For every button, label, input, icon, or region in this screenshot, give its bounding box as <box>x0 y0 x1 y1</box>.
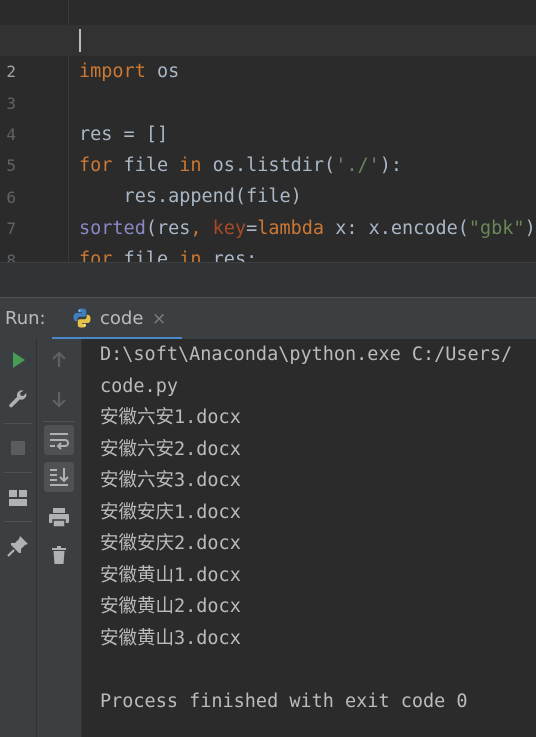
rerun-button[interactable] <box>3 345 33 375</box>
stop-icon <box>11 441 25 455</box>
wrench-icon <box>9 390 27 408</box>
console-line: 安徽六安2.docx <box>100 439 241 460</box>
print-icon <box>49 508 69 528</box>
toolbar-separator <box>4 423 32 424</box>
text-caret <box>79 29 81 52</box>
console-line: code.py <box>100 376 178 397</box>
run-left-toolbar <box>0 339 37 737</box>
code-line-5[interactable]: 5 res.append(file) <box>0 119 536 207</box>
scroll-to-end-icon <box>50 468 69 486</box>
code-line-8[interactable]: 8 print(file) <box>0 214 536 262</box>
console-line: 安徽六安3.docx <box>100 470 241 491</box>
code-line-1[interactable]: 1 import os <box>0 0 536 82</box>
clear-all-button[interactable] <box>44 540 74 570</box>
console-line: 安徽黄山1.docx <box>100 565 241 586</box>
panel-splitter[interactable] <box>0 262 536 298</box>
soft-wrap-toggle[interactable] <box>44 425 74 455</box>
code-line-9[interactable]: 9 <box>0 245 536 262</box>
stop-button[interactable] <box>3 433 33 463</box>
run-tool-window-header: Run: code × <box>0 297 536 340</box>
console-line: 安徽黄山2.docx <box>100 596 241 617</box>
code-line-6[interactable]: 6 sorted(res, key=lambda x: x.encode("gb… <box>0 151 536 239</box>
console-line: D:\soft\Anaconda\python.exe C:/Users/ <box>100 344 513 365</box>
code-line-2[interactable]: 2 <box>0 25 536 81</box>
toolbar-separator <box>4 521 32 522</box>
layout-button[interactable] <box>3 483 33 513</box>
next-occurrence-button[interactable] <box>44 384 74 414</box>
toolbar-separator <box>4 472 32 473</box>
tab-label: code <box>100 308 144 329</box>
code-line-3[interactable]: 3 res = [] <box>0 57 536 145</box>
arrow-up-icon <box>52 351 66 367</box>
python-icon <box>73 308 91 328</box>
settings-button[interactable] <box>3 384 33 414</box>
pin-tab-button[interactable] <box>3 531 33 561</box>
toolbar-separator <box>43 421 75 422</box>
code-line-7[interactable]: 7 for file in res: <box>0 182 536 262</box>
console-line: 安徽安庆1.docx <box>100 502 241 523</box>
code-line-4[interactable]: 4 for file in os.listdir('./'): <box>0 88 536 176</box>
arrow-down-icon <box>52 392 66 408</box>
console-line: Process finished with exit code 0 <box>100 691 468 712</box>
console-line: 安徽安庆2.docx <box>100 533 241 554</box>
console-toolbar <box>37 339 82 737</box>
code-editor[interactable]: 1 import os 2 3 res = [] 4 for file in o… <box>0 0 536 262</box>
previous-occurrence-button[interactable] <box>44 345 74 375</box>
soft-wrap-icon <box>50 433 69 450</box>
trash-icon <box>52 546 66 564</box>
close-tab-icon[interactable]: × <box>152 309 166 329</box>
tab-code[interactable]: code × <box>52 298 182 340</box>
pin-icon <box>7 536 28 557</box>
run-icon <box>13 352 25 368</box>
console-line: 安徽六安1.docx <box>100 407 241 428</box>
print-button[interactable] <box>44 502 74 532</box>
run-label: Run: <box>5 308 46 329</box>
console-line: 安徽黄山3.docx <box>100 628 241 649</box>
layout-icon <box>9 490 27 506</box>
scroll-to-end-toggle[interactable] <box>44 462 74 492</box>
console-output[interactable]: D:\soft\Anaconda\python.exe C:/Users/ co… <box>82 339 536 737</box>
